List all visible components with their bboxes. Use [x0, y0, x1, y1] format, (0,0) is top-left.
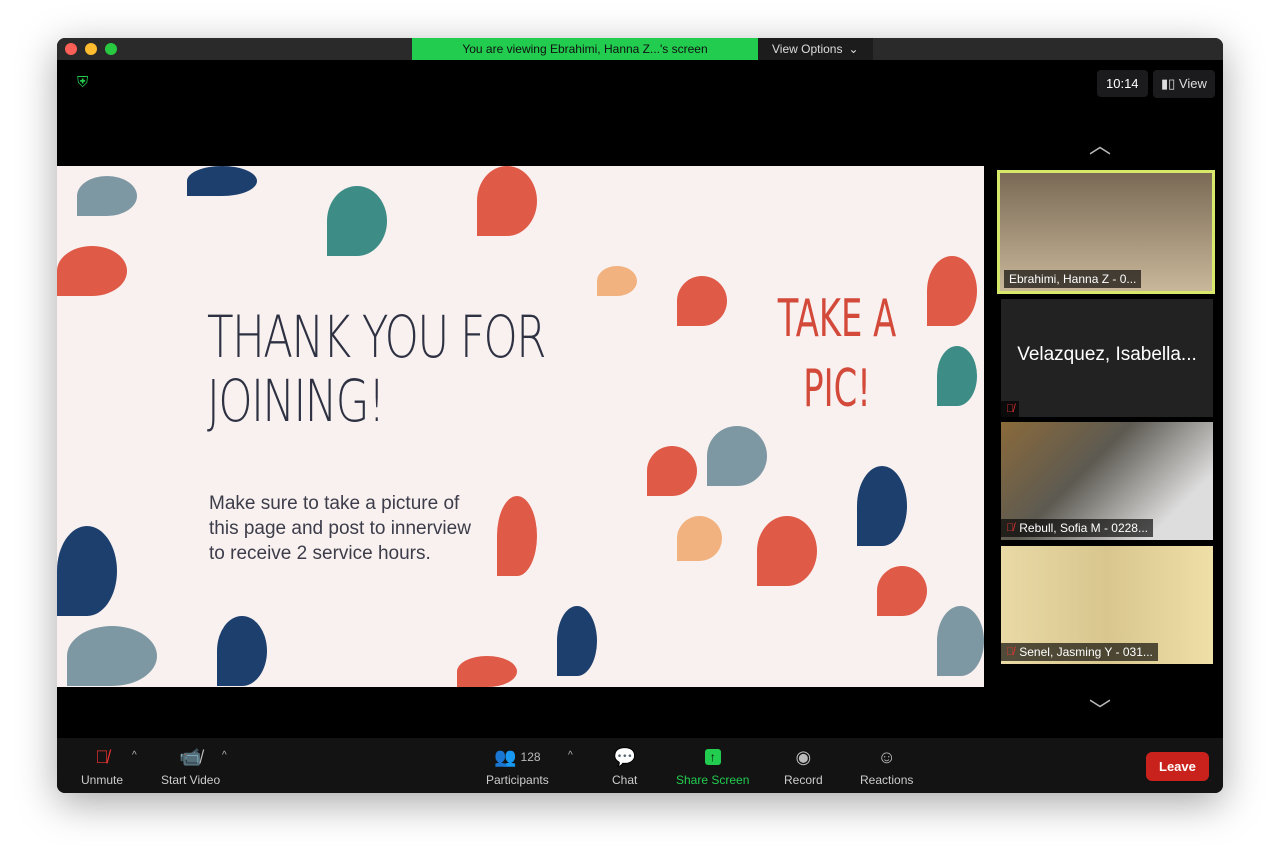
minimize-window-button[interactable]: [85, 43, 97, 55]
view-options-button[interactable]: View Options ⌄: [758, 38, 873, 60]
shared-slide: THANK YOU FOR JOINING! Make sure to take…: [57, 166, 984, 687]
share-screen-label: Share Screen: [676, 773, 750, 787]
scroll-up-chevron-icon[interactable]: ︿: [1089, 128, 1111, 160]
meeting-clock: 10:14: [1097, 70, 1148, 97]
layout-icon: ▮▯: [1161, 76, 1179, 91]
unmute-label: Unmute: [81, 773, 124, 787]
name-label: Ebrahimi, Hanna Z - 0...: [1009, 272, 1137, 286]
start-video-label: Start Video: [161, 773, 221, 787]
name-label: Senel, Jasming Y - 031...: [1019, 645, 1153, 659]
participant-count: 128: [520, 750, 541, 764]
participants-options-caret[interactable]: ^: [568, 750, 573, 761]
muted-mic-icon: 🎙̸: [1006, 403, 1015, 415]
muted-badge: 🎙̸: [1001, 401, 1020, 417]
muted-mic-icon: 🎙̸: [1006, 646, 1015, 658]
share-screen-button[interactable]: ↑ Share Screen: [676, 746, 749, 787]
chat-label: Chat: [612, 773, 638, 787]
share-arrow-icon: ↑: [704, 749, 721, 765]
record-icon: ◉: [795, 746, 812, 767]
leave-button[interactable]: Leave: [1146, 752, 1209, 781]
reactions-button[interactable]: ☺ Reactions: [860, 746, 914, 788]
audio-options-caret[interactable]: ^: [132, 750, 137, 761]
start-video-button[interactable]: 📹̸ Start Video: [161, 746, 221, 788]
close-window-button[interactable]: [65, 43, 77, 55]
participant-tile[interactable]: Velazquez, Isabella... 🎙̸: [1001, 299, 1213, 417]
muted-mic-icon: 🎙̸: [1006, 522, 1015, 534]
zoom-window: You are viewing Ebrahimi, Hanna Z...'s s…: [57, 38, 1223, 793]
meeting-toolbar: 🎙̸ Unmute ^ 📹̸ Start Video ^ 👥 128 Participa…: [57, 738, 1223, 793]
participants-icon: 👥: [494, 746, 517, 767]
reactions-icon: ☺: [877, 746, 896, 767]
viewing-screen-text: You are viewing Ebrahimi, Hanna Z...'s s…: [412, 38, 758, 60]
view-options-label: View Options: [772, 42, 843, 56]
participant-name: Ebrahimi, Hanna Z - 0...: [1004, 270, 1142, 288]
participant-tile[interactable]: 🎙̸ Senel, Jasming Y - 031...: [1001, 546, 1213, 664]
title-bar: You are viewing Ebrahimi, Hanna Z...'s s…: [57, 38, 1223, 60]
screen-share-banner: You are viewing Ebrahimi, Hanna Z...'s s…: [412, 38, 873, 60]
view-label: View: [1178, 76, 1207, 91]
shared-screen: THANK YOU FOR JOINING! Make sure to take…: [57, 136, 984, 716]
video-options-caret[interactable]: ^: [222, 750, 227, 761]
participant-tile[interactable]: Ebrahimi, Hanna Z - 0...: [997, 170, 1215, 294]
slide-title: THANK YOU FOR JOINING!: [207, 303, 547, 435]
reactions-label: Reactions: [860, 773, 914, 787]
participant-name: 🎙̸ Rebull, Sofia M - 0228...: [1001, 519, 1153, 537]
maximize-window-button[interactable]: [105, 43, 117, 55]
record-label: Record: [784, 773, 823, 787]
record-button[interactable]: ◉ Record: [784, 746, 823, 788]
slide-side-text: TAKE A PIC!: [777, 289, 897, 420]
security-shield-icon[interactable]: ⛨: [77, 74, 88, 91]
chat-icon: 💬: [613, 746, 636, 767]
chat-button[interactable]: 💬 Chat: [612, 746, 638, 788]
unmute-button[interactable]: 🎙̸ Unmute: [81, 746, 124, 788]
name-label: Rebull, Sofia M - 0228...: [1019, 521, 1148, 535]
chevron-down-icon: ⌄: [848, 42, 859, 56]
participant-name: Velazquez, Isabella...: [1017, 344, 1197, 365]
participants-label: Participants: [486, 773, 549, 787]
participant-tile[interactable]: 🎙̸ Rebull, Sofia M - 0228...: [1001, 422, 1213, 540]
scroll-down-chevron-icon[interactable]: ﹀: [1089, 693, 1111, 725]
video-off-icon: 📹̸: [179, 746, 202, 767]
participants-button[interactable]: 👥 128 Participants: [486, 746, 549, 788]
participant-name: 🎙̸ Senel, Jasming Y - 031...: [1001, 643, 1158, 661]
muted-mic-icon: 🎙̸: [95, 746, 109, 767]
view-button[interactable]: ▮▯ View: [1153, 70, 1215, 98]
slide-body: Make sure to take a picture of this page…: [209, 493, 471, 564]
